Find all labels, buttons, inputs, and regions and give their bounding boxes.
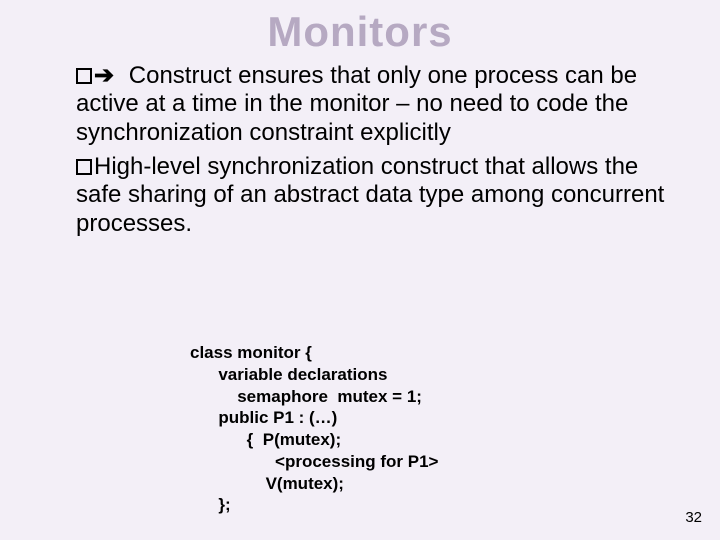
code-line-3: public P1 : (…): [190, 408, 337, 427]
bullet-1: ➔ Construct ensures that only one proces…: [76, 62, 666, 147]
code-line-1: variable declarations: [190, 365, 387, 384]
code-line-5: <processing for P1>: [190, 452, 438, 471]
arrow-icon: ➔: [94, 62, 114, 89]
bullet-2: High-level synchronization construct tha…: [76, 153, 666, 238]
bullet-1-text: Construct ensures that only one process …: [76, 62, 637, 146]
bullet-marker-square-icon: [76, 153, 94, 181]
code-block: class monitor { variable declarations se…: [190, 342, 438, 516]
code-line-6: V(mutex);: [190, 474, 344, 493]
code-line-4: { P(mutex);: [190, 430, 341, 449]
slide: Monitors ➔ Construct ensures that only o…: [0, 0, 720, 540]
slide-title: Monitors: [0, 8, 720, 56]
bullet-2-text: High-level synchronization construct tha…: [76, 153, 664, 237]
slide-body: ➔ Construct ensures that only one proces…: [76, 62, 666, 244]
page-number: 32: [685, 509, 702, 526]
code-line-2: semaphore mutex = 1;: [190, 387, 422, 406]
bullet-marker-square-icon: [76, 62, 94, 90]
code-line-7: };: [190, 495, 231, 514]
code-line-0: class monitor {: [190, 343, 312, 362]
